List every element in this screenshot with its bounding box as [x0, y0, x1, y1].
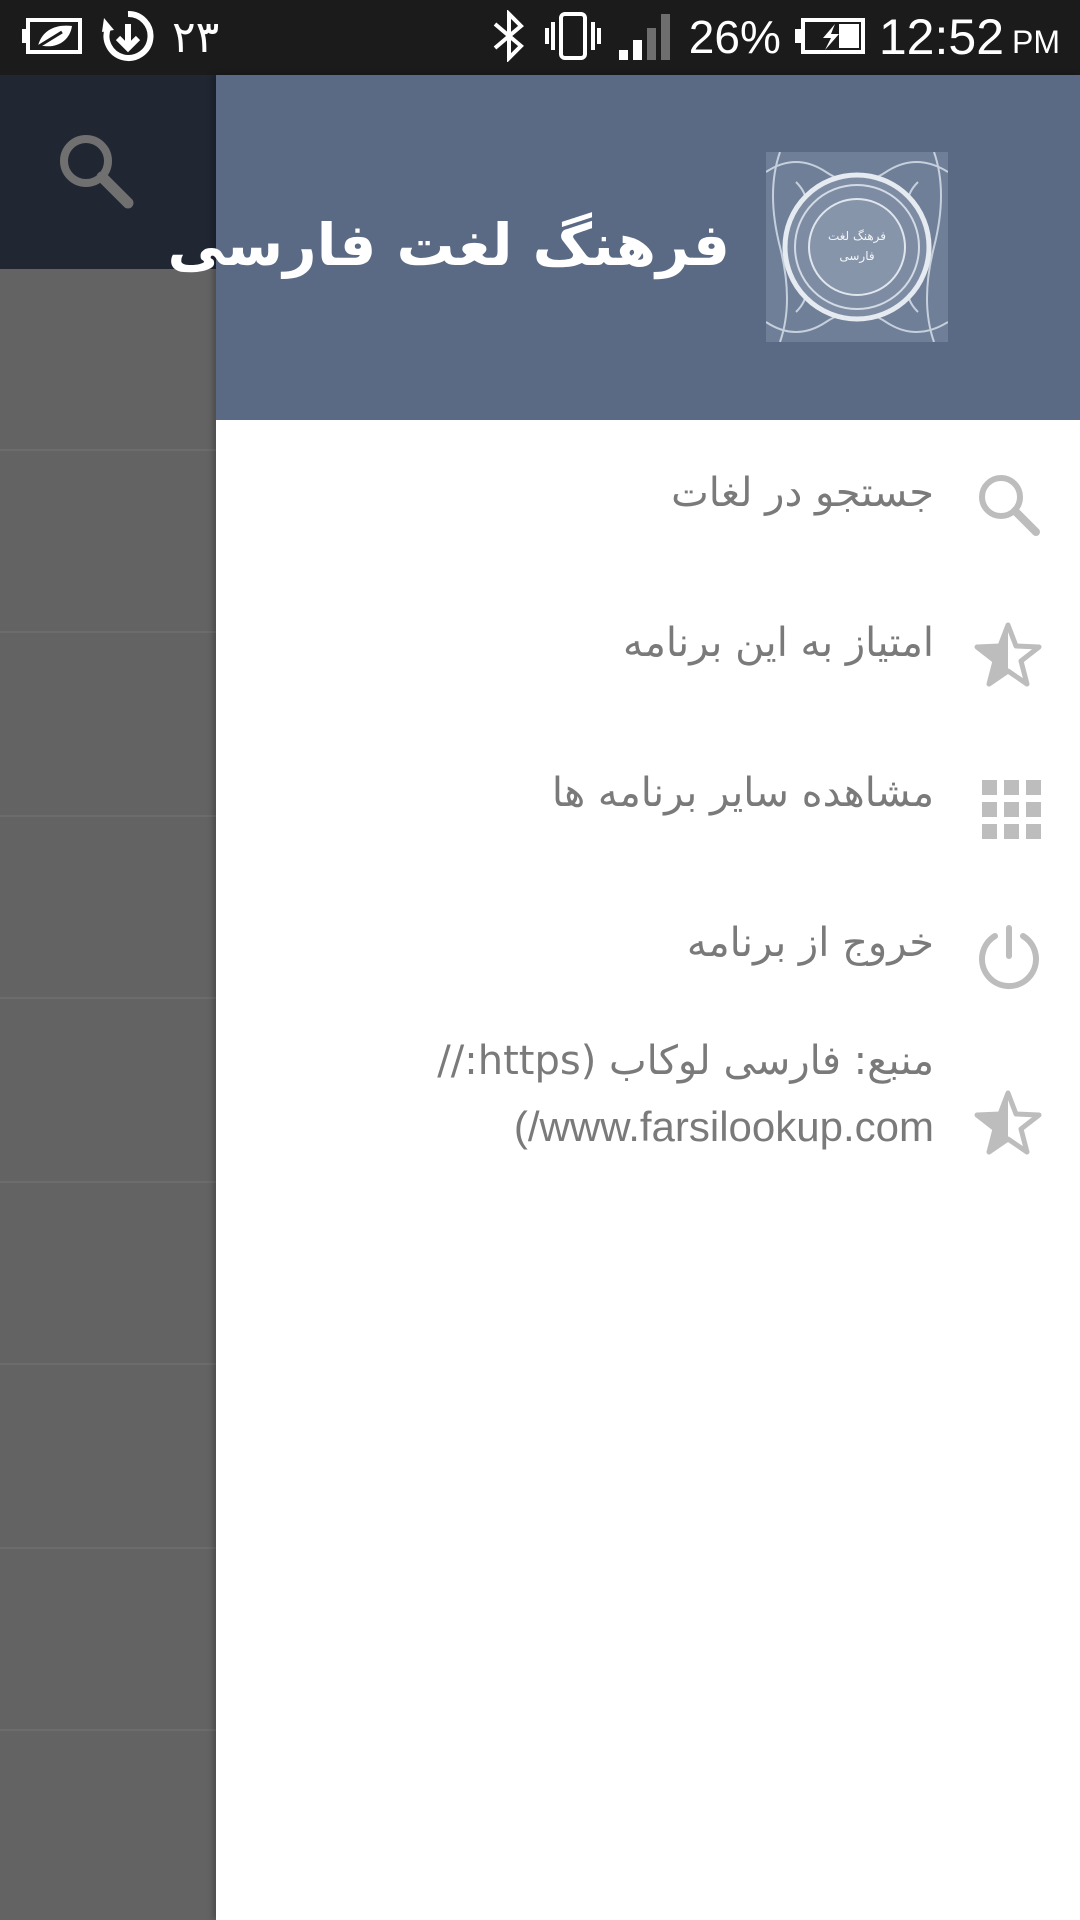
menu-item-exit-app[interactable]: خروج از برنامه	[216, 890, 1080, 1020]
menu-item-label: امتیاز به این برنامه	[623, 620, 934, 666]
menu-item-rate-app[interactable]: امتیاز به این برنامه	[216, 590, 1080, 720]
drawer-header: فرهنگ لغت فارسی فرهنگ لغت فارسی	[168, 75, 1080, 420]
list-divider	[0, 1363, 216, 1365]
status-number: ۲۳	[172, 12, 220, 63]
power-icon	[976, 924, 1042, 994]
menu-item-label: جستجو در لغات	[671, 470, 934, 516]
app-logo: فرهنگ لغت فارسی	[765, 151, 949, 343]
menu-item-search-words[interactable]: جستجو در لغات	[216, 440, 1080, 570]
menu-item-source-link[interactable]: منبع: فارسی لوکاب (https:// (/www.farsil…	[216, 1038, 1080, 1200]
status-bar: ۲۳ 26% 12:52 PM	[0, 0, 1080, 75]
bluetooth-icon	[489, 8, 529, 66]
menu-item-label: منبع: فارسی لوکاب (https:// (/www.farsil…	[414, 1028, 934, 1160]
battery-percent: 26%	[688, 11, 781, 63]
menu-item-more-apps[interactable]: مشاهده سایر برنامه ها	[216, 740, 1080, 870]
drawer-title: فرهنگ لغت فارسی	[167, 211, 731, 279]
star-half-icon	[974, 1090, 1042, 1160]
battery-charging-icon	[794, 16, 865, 60]
logo-text-line1: فرهنگ لغت	[828, 229, 886, 244]
clock-ampm: PM	[1012, 24, 1060, 60]
search-icon[interactable]	[56, 131, 136, 215]
leaf-battery-saver-icon	[22, 16, 84, 60]
source-url[interactable]: (/www.farsilookup.com	[414, 1094, 934, 1160]
dimmed-word-list[interactable]	[0, 269, 216, 1920]
list-divider	[0, 997, 216, 999]
list-divider	[0, 1729, 216, 1731]
apps-grid-icon	[980, 778, 1042, 844]
source-label-line1: منبع: فارسی لوکاب (https://	[437, 1038, 934, 1084]
list-divider	[0, 631, 216, 633]
list-divider	[0, 1181, 216, 1183]
star-half-icon	[974, 622, 1042, 692]
list-divider	[0, 449, 216, 451]
sync-download-icon	[102, 10, 154, 66]
navigation-drawer: فرهنگ لغت فارسی فرهنگ لغت فارسی جستجو در…	[168, 75, 1080, 1920]
menu-item-label: مشاهده سایر برنامه ها	[551, 770, 934, 816]
logo-text-line2: فارسی	[839, 249, 874, 264]
signal-strength-icon	[617, 12, 675, 64]
menu-item-label: خروج از برنامه	[686, 920, 934, 966]
vibrate-icon	[543, 10, 603, 66]
clock-time: 12:52	[878, 9, 1004, 65]
list-divider	[0, 815, 216, 817]
search-icon	[976, 472, 1042, 542]
list-divider	[0, 1547, 216, 1549]
